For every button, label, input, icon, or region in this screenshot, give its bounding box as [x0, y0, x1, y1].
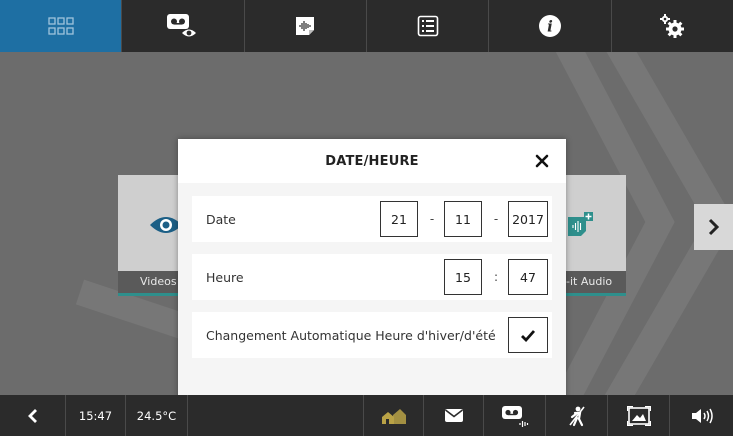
list-button[interactable]	[367, 0, 490, 52]
date-label: Date	[206, 211, 236, 227]
dst-label: Changement Automatique Heure d'hiver/d'é…	[206, 327, 496, 343]
videomessage-status-button[interactable]	[484, 395, 546, 436]
time-separator: :	[493, 270, 499, 284]
back-arrow-icon	[27, 408, 37, 423]
chevron-right-icon	[708, 218, 719, 236]
date-separator: -	[493, 212, 499, 226]
home-away-button[interactable]	[364, 395, 424, 436]
back-button[interactable]	[0, 395, 66, 436]
audio-memo-button[interactable]	[245, 0, 367, 52]
date-row: Date 21 - 11 - 2017	[192, 196, 552, 242]
info-button[interactable]: i	[489, 0, 612, 52]
minute-field[interactable]: 47	[508, 259, 548, 295]
dialog-header: DATE/HEURE	[178, 139, 566, 183]
do-not-disturb-button[interactable]	[546, 395, 608, 436]
date-separator: -	[429, 212, 435, 226]
time-label: Heure	[206, 269, 244, 285]
photo-frame-button[interactable]	[608, 395, 670, 436]
top-toolbar: i	[0, 0, 733, 52]
dst-row: Changement Automatique Heure d'hiver/d'é…	[192, 312, 552, 358]
mail-icon	[444, 409, 463, 422]
videomessage-button[interactable]	[122, 0, 245, 52]
next-page-button[interactable]	[694, 204, 733, 250]
temperature-display: 24.5°C	[126, 395, 188, 436]
list-icon	[417, 15, 438, 37]
volume-icon	[691, 408, 713, 423]
close-button[interactable]	[532, 151, 552, 171]
hour-field[interactable]: 15	[444, 259, 482, 295]
svg-text:i: i	[547, 18, 553, 36]
date-time-dialog: DATE/HEURE Date 21 - 11 - 2017 Heure 15 …	[178, 139, 566, 395]
status-spacer	[188, 395, 364, 436]
audio-memo-icon	[296, 17, 315, 35]
time-row: Heure 15 : 47	[192, 254, 552, 300]
videomessage-icon	[501, 405, 528, 427]
settings-button[interactable]	[612, 0, 733, 52]
settings-gears-icon	[660, 14, 685, 38]
dst-checkbox[interactable]	[508, 317, 548, 353]
home-screen: Videos -it Audio DATE/HEURE Date 21 - 11…	[0, 52, 733, 395]
checkmark-icon	[521, 329, 536, 342]
do-not-disturb-icon	[568, 406, 585, 426]
day-field[interactable]: 21	[380, 201, 418, 237]
year-field[interactable]: 2017	[508, 201, 548, 237]
clock-display: 15:47	[66, 395, 126, 436]
audio-memo-plus-icon	[568, 212, 593, 236]
dialog-title: DATE/HEURE	[325, 153, 419, 169]
videomessage-icon	[166, 14, 196, 37]
image-frame-icon	[626, 405, 651, 426]
close-icon	[535, 154, 549, 168]
home-grid-button[interactable]	[0, 0, 123, 52]
status-bar: 15:47 24.5°C	[0, 395, 733, 436]
info-icon: i	[538, 15, 561, 37]
messages-button[interactable]	[424, 395, 484, 436]
home-away-icon	[381, 408, 406, 424]
volume-button[interactable]	[670, 395, 733, 436]
month-field[interactable]: 11	[444, 201, 482, 237]
grid-icon	[48, 17, 74, 35]
